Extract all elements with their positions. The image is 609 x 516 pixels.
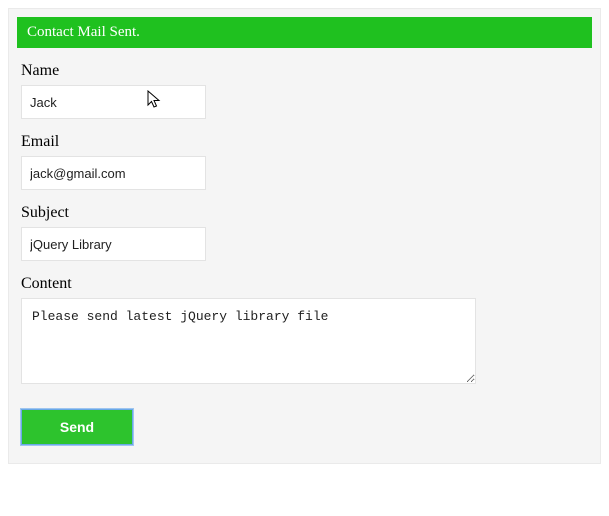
success-banner: Contact Mail Sent. — [17, 17, 592, 48]
name-label: Name — [21, 62, 600, 80]
subject-input[interactable] — [21, 227, 206, 261]
contact-form-container: Contact Mail Sent. Name Email Subject Co… — [8, 8, 601, 464]
name-input[interactable] — [21, 85, 206, 119]
content-textarea[interactable] — [21, 298, 476, 384]
subject-label: Subject — [21, 204, 600, 222]
content-label: Content — [21, 275, 600, 293]
email-label: Email — [21, 133, 600, 151]
email-field-group: Email — [21, 133, 600, 190]
send-button[interactable]: Send — [21, 409, 133, 445]
subject-field-group: Subject — [21, 204, 600, 261]
name-field-group: Name — [21, 62, 600, 119]
email-input[interactable] — [21, 156, 206, 190]
content-field-group: Content — [21, 275, 600, 389]
